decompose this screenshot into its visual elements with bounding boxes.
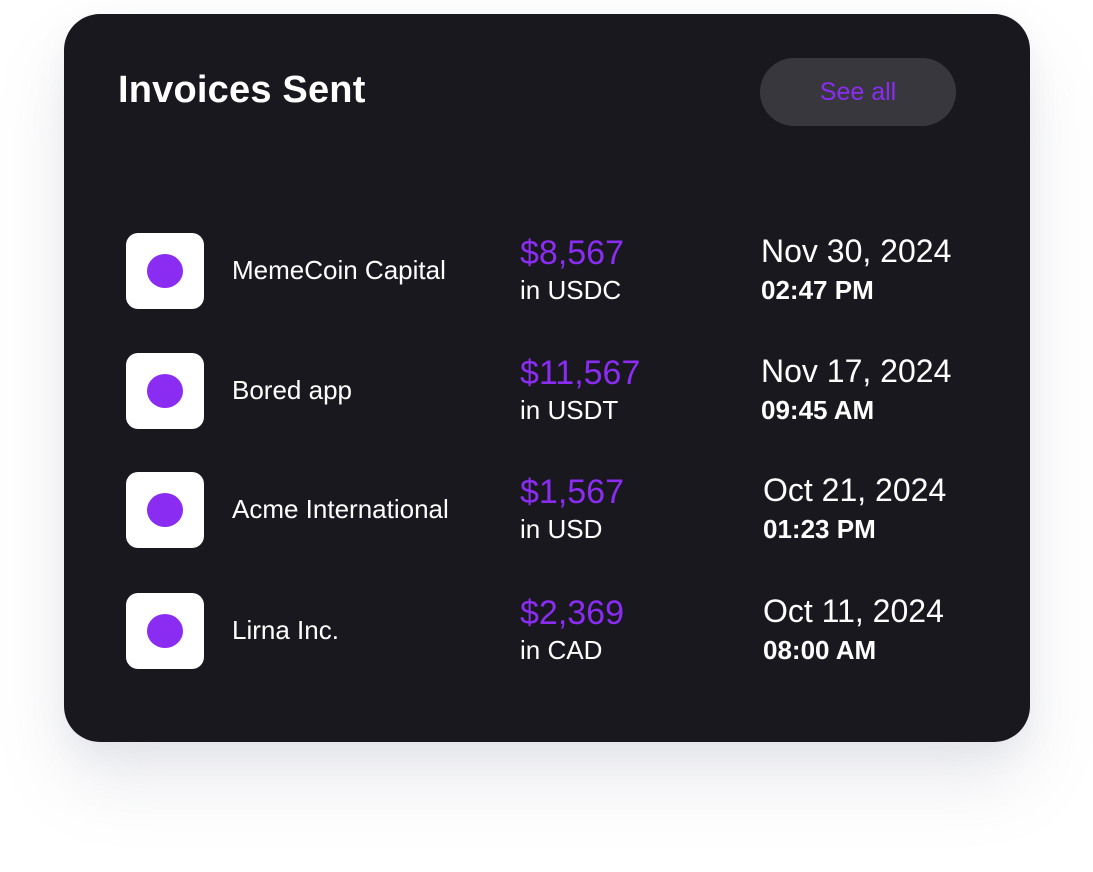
see-all-button[interactable]: See all xyxy=(760,58,956,126)
invoice-row[interactable]: Lirna Inc. $2,369 in CAD Oct 11, 2024 08… xyxy=(64,593,1030,669)
invoice-time: 09:45 AM xyxy=(761,395,875,425)
company-logo xyxy=(126,353,204,429)
invoice-currency: in USDT xyxy=(520,395,619,425)
company-logo xyxy=(126,233,204,309)
invoices-sent-card: Invoices Sent See all MemeCoin Capital $… xyxy=(64,14,1030,742)
company-logo xyxy=(126,472,204,548)
invoice-amount: $2,369 xyxy=(520,594,624,632)
card-title: Invoices Sent xyxy=(118,69,366,111)
invoice-time: 02:47 PM xyxy=(761,275,874,305)
invoice-currency: in CAD xyxy=(520,635,603,665)
company-name: Bored app xyxy=(232,375,352,405)
invoice-amount: $11,567 xyxy=(520,354,641,392)
invoice-row[interactable]: MemeCoin Capital $8,567 in USDC Nov 30, … xyxy=(64,233,1030,309)
company-name: Acme International xyxy=(232,494,449,524)
invoice-currency: in USDC xyxy=(520,275,622,305)
invoice-date: Oct 21, 2024 xyxy=(763,472,947,508)
invoice-row[interactable]: Acme International $1,567 in USD Oct 21,… xyxy=(64,472,1030,548)
purple-circle-logo-icon xyxy=(147,374,183,408)
purple-circle-logo-icon xyxy=(147,254,183,288)
purple-circle-logo-icon xyxy=(147,614,183,648)
invoice-time: 08:00 AM xyxy=(763,635,877,665)
invoice-amount: $8,567 xyxy=(520,234,624,272)
invoice-date: Nov 17, 2024 xyxy=(761,353,952,389)
company-name: Lirna Inc. xyxy=(232,615,339,645)
company-name: MemeCoin Capital xyxy=(232,255,446,285)
invoice-date: Oct 11, 2024 xyxy=(763,593,944,629)
invoice-date: Nov 30, 2024 xyxy=(761,233,952,269)
invoice-row[interactable]: Bored app $11,567 in USDT Nov 17, 2024 0… xyxy=(64,353,1030,429)
purple-circle-logo-icon xyxy=(147,493,183,527)
invoice-amount: $1,567 xyxy=(520,473,624,511)
invoice-time: 01:23 PM xyxy=(763,514,876,544)
company-logo xyxy=(126,593,204,669)
invoice-currency: in USD xyxy=(520,514,603,544)
